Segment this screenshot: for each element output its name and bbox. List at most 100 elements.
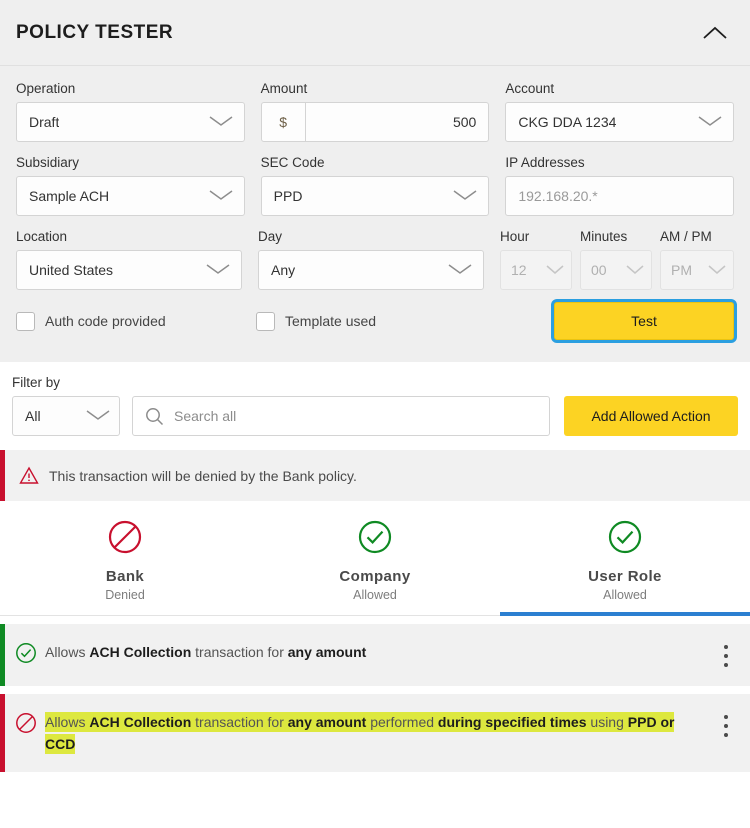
account-label: Account [505, 81, 555, 96]
ip-addresses-placeholder: 192.168.20.* [518, 188, 598, 204]
form-row-3: Location United States Day Any Hour 12 M… [16, 228, 734, 290]
am-pm-label: AM / PM [660, 229, 712, 244]
chevron-down-icon [452, 188, 478, 204]
kebab-menu-icon[interactable] [702, 694, 750, 739]
kebab-dot [724, 732, 728, 737]
field-day: Day Any [258, 228, 484, 290]
location-value: United States [29, 262, 114, 278]
chevron-down-icon [707, 262, 727, 278]
subsidiary-value: Sample ACH [29, 188, 110, 204]
tab-user-role[interactable]: User Role Allowed [500, 519, 750, 616]
chevron-down-icon [208, 114, 234, 130]
account-select[interactable]: CKG DDA 1234 [505, 102, 735, 142]
field-hour: Hour 12 [500, 228, 572, 290]
am-pm-select[interactable]: PM [660, 250, 734, 290]
tab-bank-label: Bank [105, 568, 145, 585]
template-used-checkbox[interactable]: Template used [256, 311, 554, 331]
filter-by-label: Filter by [12, 375, 61, 390]
search-icon [145, 407, 164, 426]
kebab-dot [724, 723, 728, 728]
field-subsidiary: Subsidiary Sample ACH [16, 154, 245, 216]
operation-select[interactable]: Draft [16, 102, 245, 142]
tab-bank[interactable]: Bank Denied [0, 519, 250, 616]
field-sec-code: SEC Code PPD [260, 154, 490, 216]
day-label: Day [258, 229, 283, 244]
chevron-down-icon [208, 188, 234, 204]
field-account: Account CKG DDA 1234 [505, 80, 735, 142]
tab-user-role-status: Allowed [603, 588, 647, 602]
location-select[interactable]: United States [16, 250, 242, 290]
kebab-dot [724, 662, 728, 667]
hour-value: 12 [511, 262, 527, 278]
auth-code-checkbox[interactable]: Auth code provided [16, 311, 256, 331]
subsidiary-label: Subsidiary [16, 155, 80, 170]
kebab-menu-icon[interactable] [702, 624, 750, 669]
minutes-select[interactable]: 00 [580, 250, 652, 290]
day-select[interactable]: Any [258, 250, 484, 290]
search-input[interactable]: Search all [132, 396, 550, 436]
checkbox-box [256, 311, 275, 331]
add-allowed-action-button[interactable]: Add Allowed Action [564, 396, 738, 436]
chevron-down-icon [625, 262, 645, 278]
filter-section: Filter by All Search all Add Allowed Act… [0, 362, 750, 450]
am-pm-value: PM [671, 262, 692, 278]
subsidiary-select[interactable]: Sample ACH [16, 176, 245, 216]
policy-tester-header: POLICY TESTER [0, 0, 750, 66]
tab-company-status: Allowed [353, 588, 397, 602]
amount-input-group: $ 500 [260, 102, 490, 142]
form-row-2: Subsidiary Sample ACH SEC Code PPD IP Ad… [16, 154, 735, 216]
filter-select-value: All [25, 408, 41, 424]
sec-code-select[interactable]: PPD [260, 176, 490, 216]
minutes-value: 00 [591, 262, 607, 278]
tab-company-label: Company [339, 568, 411, 585]
template-used-label: Template used [285, 313, 377, 329]
denied-action-row: Allows ACH Collection transaction for an… [0, 694, 750, 772]
auth-code-label: Auth code provided [45, 313, 166, 329]
kebab-dot [724, 714, 728, 719]
denied-circle-slash-icon [5, 694, 45, 739]
currency-symbol: $ [262, 103, 306, 141]
tab-company[interactable]: Company Allowed [250, 519, 500, 616]
alert-message: This transaction will be denied by the B… [49, 467, 357, 484]
field-location: Location United States [16, 228, 242, 290]
options-row: Auth code provided Template used Test [16, 302, 734, 340]
ip-addresses-input[interactable]: 192.168.20.* [505, 176, 735, 216]
minutes-label: Minutes [580, 229, 628, 244]
amount-input[interactable]: 500 [306, 103, 489, 141]
search-placeholder: Search all [174, 408, 237, 424]
amount-label: Amount [260, 81, 308, 96]
kebab-dot [724, 653, 728, 658]
field-operation: Operation Draft [16, 80, 245, 142]
form-row-1: Operation Draft Amount $ 500 Account CKG… [16, 80, 735, 142]
checkbox-box [16, 311, 35, 331]
page-title: POLICY TESTER [16, 21, 174, 43]
allowed-action-text: Allows ACH Collection transaction for an… [45, 644, 367, 660]
field-amount: Amount $ 500 [260, 80, 490, 142]
denied-circle-slash-icon [107, 519, 143, 560]
hour-label: Hour [500, 229, 530, 244]
chevron-down-icon [545, 262, 565, 278]
account-value: CKG DDA 1234 [518, 114, 617, 130]
field-minutes: Minutes 00 [580, 228, 652, 290]
policy-tester-form: Operation Draft Amount $ 500 Account CKG… [0, 66, 750, 362]
day-value: Any [271, 262, 296, 278]
test-button[interactable]: Test [554, 302, 734, 340]
chevron-up-icon[interactable] [698, 16, 732, 50]
hour-select[interactable]: 12 [500, 250, 572, 290]
filter-row: All Search all Add Allowed Action [12, 396, 738, 436]
policy-status-tabs: Bank Denied Company Allowed User Role Al… [0, 501, 750, 616]
check-circle-icon [607, 519, 643, 560]
time-fields: Hour 12 Minutes 00 AM / PM PM [500, 228, 734, 290]
chevron-down-icon [697, 114, 723, 130]
kebab-dot [724, 644, 728, 649]
chevron-down-icon [205, 262, 231, 278]
warning-triangle-icon [19, 466, 39, 485]
operation-value: Draft [29, 114, 60, 130]
sec-code-label: SEC Code [260, 155, 325, 170]
location-label: Location [16, 229, 68, 244]
filter-select[interactable]: All [12, 396, 120, 436]
chevron-down-icon [85, 408, 111, 424]
denied-action-text: Allows ACH Collection transaction for an… [45, 712, 675, 754]
field-ip-addresses: IP Addresses 192.168.20.* [505, 154, 735, 216]
field-am-pm: AM / PM PM [660, 228, 734, 290]
